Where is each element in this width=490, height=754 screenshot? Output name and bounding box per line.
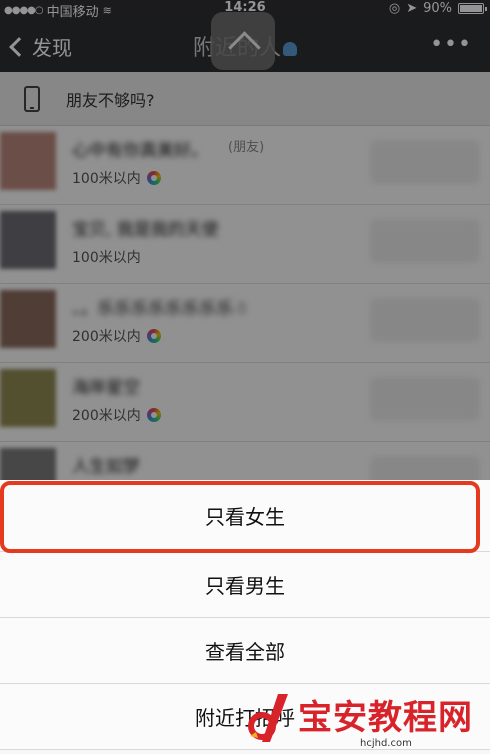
option-view-all[interactable]: 查看全部 [0, 618, 490, 684]
watermark: 宝安教程网 hcjhd.com [240, 684, 490, 754]
option-female-only[interactable]: 只看女生 [0, 480, 490, 552]
watermark-logo-icon [248, 694, 288, 742]
watermark-brand: 宝安教程网 [298, 698, 473, 738]
screen: ●●●●○ 中国移动 ≋ 14:26 ◎ ➤ 90% 发现 附近的人 ••• 朋… [0, 0, 490, 754]
option-male-only[interactable]: 只看男生 [0, 552, 490, 618]
watermark-url: hcjhd.com [360, 738, 412, 749]
